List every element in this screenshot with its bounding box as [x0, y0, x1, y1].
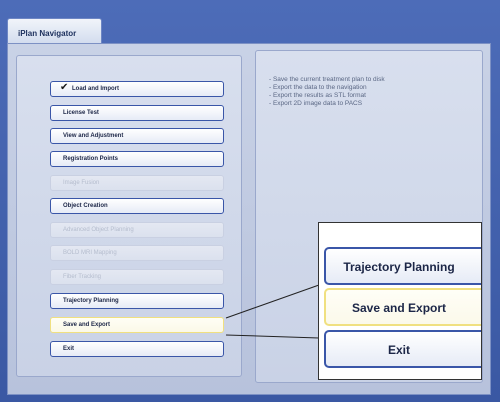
zoom-button-label: Trajectory Planning: [343, 260, 455, 274]
zoom-callout: Trajectory Planning Save and Export Exit: [318, 222, 482, 380]
zoom-button-label: Save and Export: [351, 301, 447, 315]
zoom-button-trajectory-planning: Trajectory Planning: [324, 247, 481, 285]
zoom-button-exit: Exit: [324, 330, 481, 368]
zoom-button-save-and-export: Save and Export: [324, 288, 481, 326]
zoom-button-label: Exit: [387, 343, 410, 357]
